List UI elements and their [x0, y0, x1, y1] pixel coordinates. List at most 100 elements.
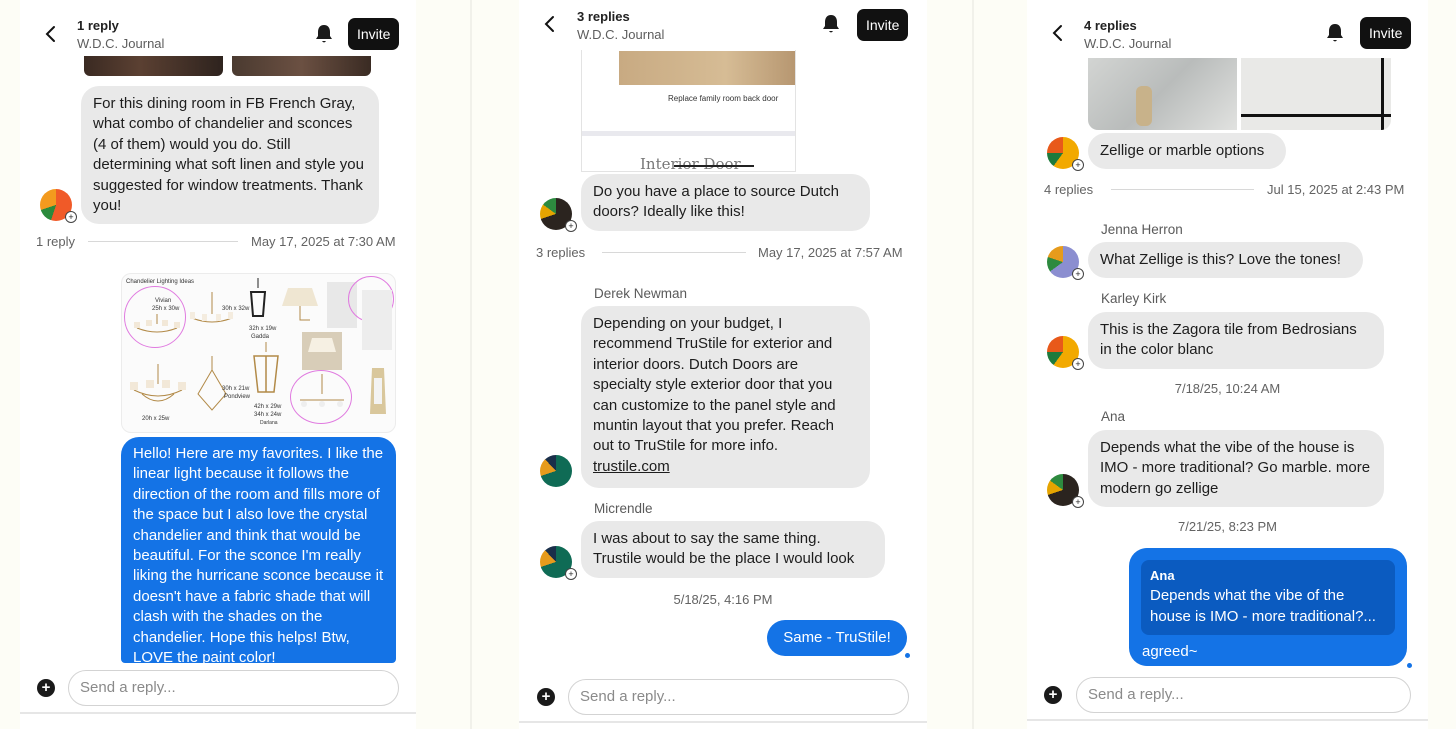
collage-title: Chandelier Lighting Ideas: [126, 279, 195, 285]
image-heading: Interior Door Hardw: [640, 155, 741, 172]
collage-label: Vivian: [155, 298, 172, 304]
towel-detail: [1136, 86, 1152, 126]
avatar[interactable]: +: [1047, 474, 1084, 508]
message-text: Depending on your budget, I recommend Tr…: [593, 315, 836, 455]
author-name: Ana: [1101, 409, 1126, 424]
collage-label: 34h x 24w: [254, 412, 282, 418]
collage-label: 42h x 29w: [254, 404, 282, 410]
message-bubble: Depends what the vibe of the house is IM…: [1088, 430, 1384, 508]
plus-circle-icon[interactable]: +: [37, 679, 55, 697]
author-name: Jenna Herron: [1101, 222, 1183, 237]
add-icon: +: [565, 568, 577, 580]
group-name: W.D.C. Journal: [577, 27, 665, 42]
thread-title: 3 replies: [577, 9, 630, 24]
image-rule: [582, 131, 795, 136]
collage-label: Darlana: [260, 420, 278, 426]
reply-count[interactable]: 4 replies: [1044, 182, 1093, 197]
avatar[interactable]: +: [540, 198, 577, 232]
collage-label: 30h x 32w: [222, 306, 250, 312]
attached-image[interactable]: [1088, 52, 1237, 130]
image-caption: Replace family room back door: [668, 94, 779, 103]
message-bubble: This is the Zagora tile from Bedrosians …: [1088, 312, 1384, 369]
chandelier-drawing: [134, 314, 180, 333]
own-message-bubble: Same - TruStile!: [767, 620, 907, 657]
add-icon: +: [1072, 268, 1084, 280]
invite-button[interactable]: Invite: [857, 9, 909, 41]
reply-input[interactable]: Send a reply...: [568, 679, 909, 715]
avatar[interactable]: +: [1047, 336, 1084, 370]
chevron-left-icon[interactable]: [1049, 24, 1067, 42]
add-icon: +: [1072, 358, 1084, 370]
avatar[interactable]: +: [1047, 137, 1084, 171]
lighting-collage-image[interactable]: Chandelier Lighting Ideas Vivian 25h x 3…: [121, 273, 396, 433]
thread-panel-3: 4 replies W.D.C. Journal Invite Zellige …: [1027, 0, 1428, 729]
chevron-left-icon[interactable]: [42, 25, 60, 43]
add-icon: +: [65, 211, 77, 223]
floor-photo: [619, 51, 795, 85]
reply-text: agreed~: [1142, 643, 1198, 661]
attached-image[interactable]: [84, 56, 223, 76]
avatar[interactable]: [540, 455, 572, 487]
collage-label: 25h x 30w: [152, 306, 180, 312]
timestamp: May 17, 2025 at 7:57 AM: [758, 245, 903, 260]
reply-count[interactable]: 3 replies: [536, 245, 585, 260]
invite-button[interactable]: Invite: [348, 18, 400, 50]
author-name: Micrendle: [594, 501, 653, 516]
answer-bubble: Hello! Here are my favorites. I like the…: [121, 437, 396, 666]
time-divider: 7/18/25, 10:24 AM: [1174, 381, 1281, 396]
reply-input[interactable]: Send a reply...: [1076, 677, 1411, 713]
image-rule: [674, 165, 754, 167]
plus-circle-icon[interactable]: +: [537, 688, 555, 706]
thread-panel-2: Replace family room back door Interior D…: [519, 0, 927, 729]
message-bubble: What Zellige is this? Love the tones!: [1088, 242, 1363, 279]
quoted-text: Depends what the vibe of the house is IM…: [1150, 587, 1376, 625]
thread-panel-1: 1 reply W.D.C. Journal Invite For this d…: [20, 0, 416, 729]
author-name: Karley Kirk: [1101, 291, 1167, 306]
bell-icon[interactable]: [820, 13, 842, 35]
bell-icon[interactable]: [313, 23, 335, 45]
add-icon: +: [1072, 496, 1084, 508]
linear-light-drawing: [300, 374, 344, 407]
chevron-left-icon[interactable]: [541, 15, 559, 33]
bell-icon[interactable]: [1324, 22, 1346, 44]
timestamp: Jul 15, 2025 at 2:43 PM: [1267, 182, 1405, 197]
invite-button[interactable]: Invite: [1360, 17, 1412, 49]
timestamp: May 17, 2025 at 7:30 AM: [251, 234, 396, 249]
collage-label: Pondview: [224, 394, 251, 400]
message-bubble: Depending on your budget, I recommend Tr…: [581, 306, 870, 488]
sconce-drawing: [282, 288, 318, 321]
plus-circle-icon[interactable]: +: [1044, 686, 1062, 704]
reply-input[interactable]: Send a reply...: [68, 670, 399, 706]
bottom-divider: [519, 721, 927, 723]
time-divider: 7/21/25, 8:23 PM: [1177, 519, 1277, 534]
divider-line: [602, 252, 746, 253]
thread-header: 3 replies W.D.C. Journal Invite: [519, 0, 927, 50]
sconce-photo: [362, 290, 392, 350]
attached-image[interactable]: [1241, 52, 1391, 130]
hurricane-sconce-drawing: [370, 368, 386, 414]
avatar[interactable]: +: [1047, 246, 1084, 280]
thread-title: 4 replies: [1084, 18, 1137, 33]
question-bubble: Zellige or marble options: [1088, 133, 1286, 170]
panel-separator: [972, 0, 974, 729]
thread-title: 1 reply: [77, 18, 119, 33]
trustile-link[interactable]: trustile.com: [593, 458, 670, 475]
read-indicator: [905, 653, 910, 658]
bottom-divider: [20, 712, 416, 714]
panel-separator: [470, 0, 472, 729]
message-bubble: I was about to say the same thing. Trust…: [581, 521, 885, 578]
divider-line: [1111, 189, 1254, 190]
add-icon: +: [1072, 159, 1084, 171]
quoted-author: Ana: [1150, 568, 1175, 583]
quoted-message[interactable]: Ana Depends what the vibe of the house i…: [1141, 560, 1395, 636]
avatar[interactable]: +: [540, 546, 577, 580]
collage-label: 32h x 19w: [249, 326, 277, 332]
attached-image[interactable]: [232, 56, 371, 76]
avatar[interactable]: +: [40, 189, 77, 223]
own-reply-bubble: Ana Depends what the vibe of the house i…: [1129, 548, 1407, 666]
bottom-divider: [1027, 719, 1428, 721]
reply-count[interactable]: 1 reply: [36, 234, 75, 249]
question-bubble: For this dining room in FB French Gray, …: [81, 86, 379, 225]
lantern-drawing: [253, 342, 279, 393]
attached-image[interactable]: Replace family room back door Interior D…: [581, 40, 796, 172]
